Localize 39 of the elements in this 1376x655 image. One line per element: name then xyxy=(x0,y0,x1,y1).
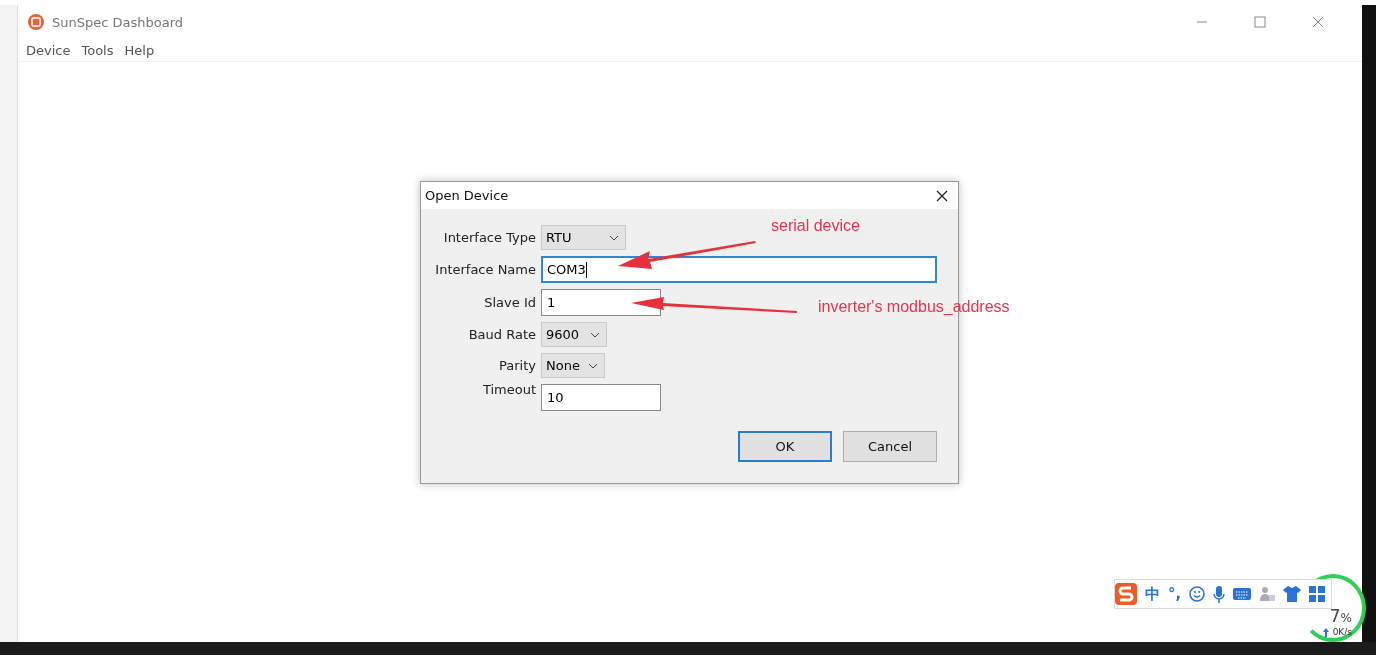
punctuation-toggle[interactable]: °, xyxy=(1168,585,1182,603)
dropdown[interactable]: 9600 xyxy=(541,322,607,347)
cancel-button[interactable]: Cancel xyxy=(843,431,937,462)
field-label: Parity xyxy=(499,358,536,373)
ok-button[interactable]: OK xyxy=(738,431,832,462)
network-speed: 0K/s xyxy=(1332,627,1352,637)
input-field[interactable]: 10 xyxy=(541,384,661,411)
shirt-icon[interactable] xyxy=(1283,586,1302,602)
usage-value: 7 xyxy=(1329,608,1341,625)
microphone-icon[interactable] xyxy=(1213,585,1226,603)
smiley-icon[interactable] xyxy=(1189,586,1206,602)
field-label: Baud Rate xyxy=(468,327,536,342)
keyboard-icon[interactable] xyxy=(1233,587,1252,601)
chevron-down-icon xyxy=(590,331,600,338)
menu-item[interactable]: Tools xyxy=(81,42,114,58)
input-mode-toggle[interactable]: 中 xyxy=(1145,584,1160,604)
dropdown[interactable]: None xyxy=(541,353,605,378)
s-logo-icon[interactable] xyxy=(1115,583,1137,605)
window-title: SunSpec Dashboard xyxy=(52,14,184,30)
chevron-down-icon xyxy=(609,234,619,241)
menu-item[interactable]: Help xyxy=(124,42,155,58)
input-field[interactable]: COM3 xyxy=(541,256,937,283)
annotation-text: serial device xyxy=(771,217,860,235)
close-icon[interactable] xyxy=(936,189,948,202)
upload-arrow-icon xyxy=(1322,627,1329,637)
input-field[interactable]: 1 xyxy=(541,289,661,316)
usage-unit: % xyxy=(1340,612,1352,624)
dialog-title: Open Device xyxy=(425,188,509,203)
field-label: Slave Id xyxy=(484,295,536,310)
field-label: Interface Name xyxy=(435,262,536,277)
chevron-down-icon xyxy=(588,362,598,369)
dropdown[interactable]: RTU xyxy=(541,225,626,250)
annotation-text: inverter's modbus_address xyxy=(818,298,1010,316)
maximize-icon[interactable] xyxy=(1254,16,1266,28)
grid-icon[interactable] xyxy=(1309,586,1326,602)
field-label: Interface Type xyxy=(443,230,536,245)
menu-item[interactable]: Device xyxy=(26,42,71,58)
app-icon xyxy=(28,14,44,30)
field-label: Timeout xyxy=(482,382,536,397)
